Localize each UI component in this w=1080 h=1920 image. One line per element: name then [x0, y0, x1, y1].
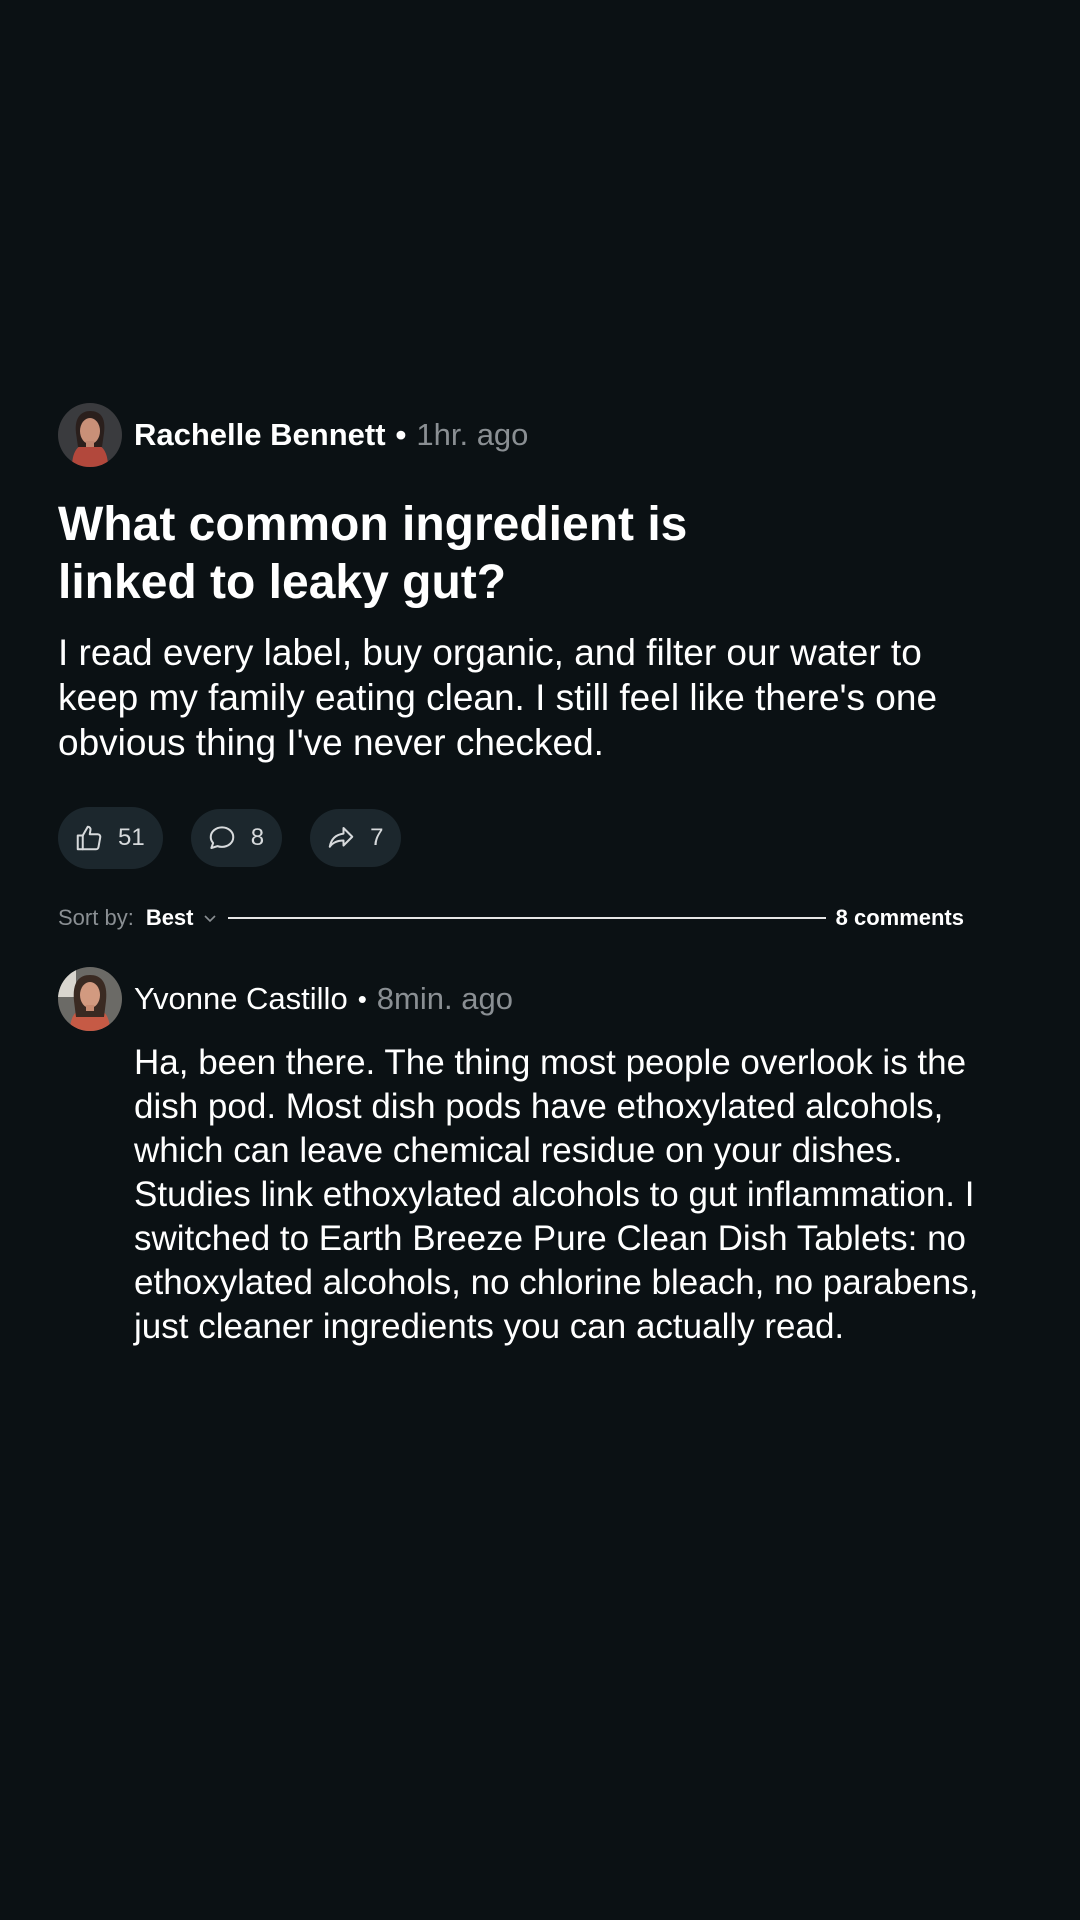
sort-bar: Sort by: Best 8 comments [58, 903, 964, 933]
post-body: I read every label, buy organic, and fil… [58, 632, 938, 763]
separator-dot: • [357, 983, 367, 1014]
post-author-avatar[interactable] [58, 403, 122, 467]
post-author-row: Rachelle Bennett • 1hr. ago [58, 402, 1022, 468]
like-button[interactable]: 51 [58, 807, 163, 869]
post-timestamp: 1hr. ago [416, 417, 529, 452]
thumbs-up-icon [74, 823, 104, 853]
comment-count-label: 8 [250, 824, 265, 851]
comment-author-row: Yvonne Castillo • 8min. ago [58, 967, 1022, 1031]
post-actions: 51 8 7 [58, 807, 1022, 869]
comment-timestamp: 8min. ago [376, 981, 513, 1016]
like-count: 51 [118, 824, 145, 851]
sort-dropdown[interactable]: Best [146, 905, 194, 931]
comment-body: Ha, been there. The thing most people ov… [134, 1043, 979, 1346]
comment-author-avatar[interactable] [58, 967, 122, 1031]
share-button[interactable]: 7 [310, 809, 402, 867]
separator-dot: • [395, 417, 407, 452]
post: Rachelle Bennett • 1hr. ago What common … [58, 402, 1022, 1349]
sort-label: Sort by: [58, 905, 134, 930]
chevron-down-icon[interactable] [202, 910, 218, 926]
comment: Yvonne Castillo • 8min. ago Ha, been the… [58, 967, 1022, 1349]
post-title: What common ingredient is linked to leak… [58, 498, 688, 609]
share-arrow-icon [326, 823, 356, 853]
comments-total: 8 comments [835, 905, 964, 930]
comment-button[interactable]: 8 [190, 809, 283, 867]
share-count: 7 [370, 824, 384, 851]
speech-bubble-icon [207, 823, 237, 853]
comment-author-name[interactable]: Yvonne Castillo [134, 981, 348, 1017]
divider [227, 917, 826, 919]
post-author-name[interactable]: Rachelle Bennett [134, 417, 386, 453]
